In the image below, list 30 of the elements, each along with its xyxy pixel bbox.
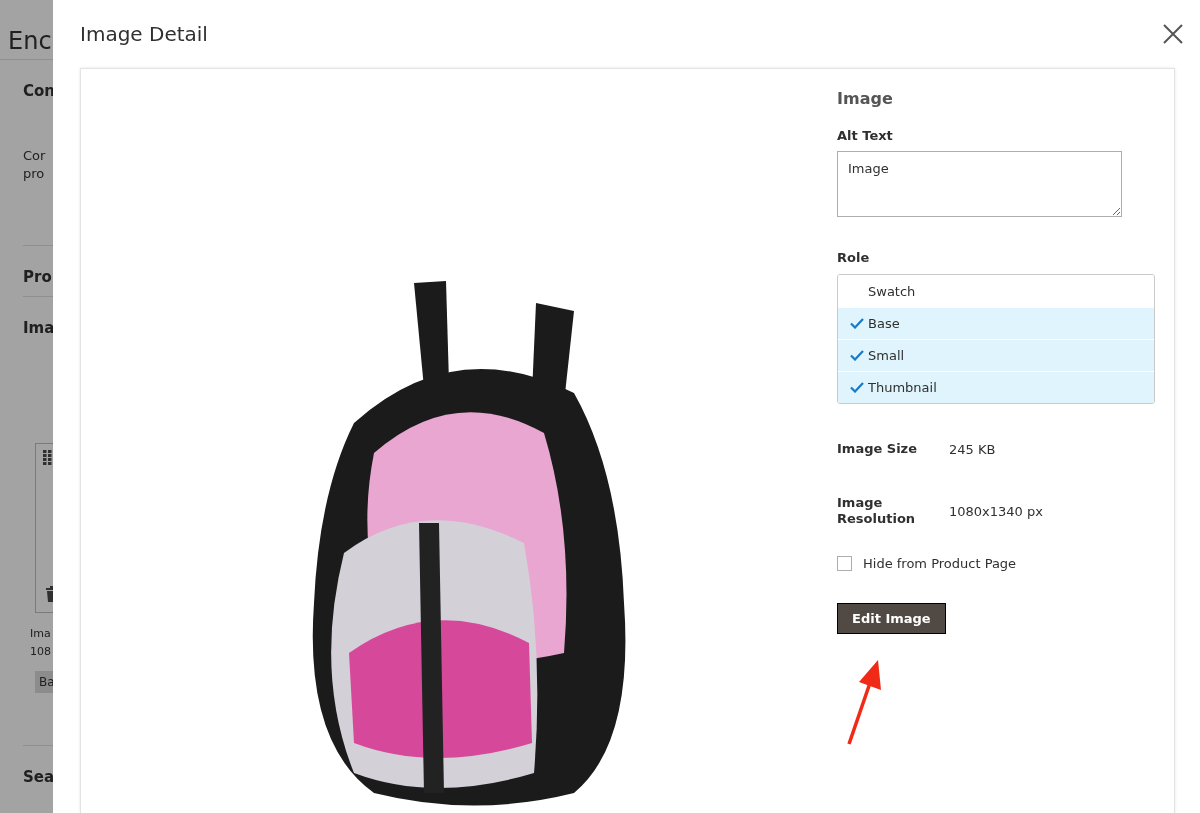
field-label: Alt Text: [837, 128, 894, 143]
check-icon: [850, 318, 864, 329]
info-label: Image Size: [837, 440, 918, 458]
info-value: 1080x1340 px: [949, 503, 1044, 519]
info-label: Image Resolution: [837, 494, 917, 528]
alt-text-field[interactable]: Image: [837, 151, 1122, 217]
section-heading: Pro: [22, 267, 53, 288]
checkbox[interactable]: [837, 556, 852, 571]
section-heading: Ima: [22, 318, 53, 339]
modal-title: Image Detail: [80, 22, 208, 46]
info-value: 245 KB: [949, 441, 997, 457]
checkbox-label: Hide from Product Page: [863, 556, 1017, 571]
role-option[interactable]: Small: [838, 339, 1154, 371]
check-icon: [850, 350, 864, 361]
section-heading: Sea: [22, 767, 53, 788]
field-label: Role: [837, 250, 871, 265]
drag-handle-icon[interactable]: [43, 450, 53, 466]
role-tag: Ba: [35, 671, 53, 693]
image-caption: Ima 108: [29, 626, 52, 660]
check-icon: [850, 382, 864, 393]
close-button[interactable]: [1162, 23, 1184, 45]
hide-checkbox[interactable]: Hide from Product Page: [837, 556, 1155, 571]
role-option[interactable]: Thumbnail: [838, 371, 1154, 403]
close-icon: [1162, 23, 1184, 45]
page-title: Enc: [8, 26, 52, 55]
panel-heading: Image: [837, 89, 894, 108]
role-option[interactable]: Base: [838, 307, 1154, 339]
section-heading: Con: [23, 82, 53, 100]
edit-image-button[interactable]: Edit Image: [837, 603, 946, 634]
section-description: Cor pro: [23, 147, 47, 183]
